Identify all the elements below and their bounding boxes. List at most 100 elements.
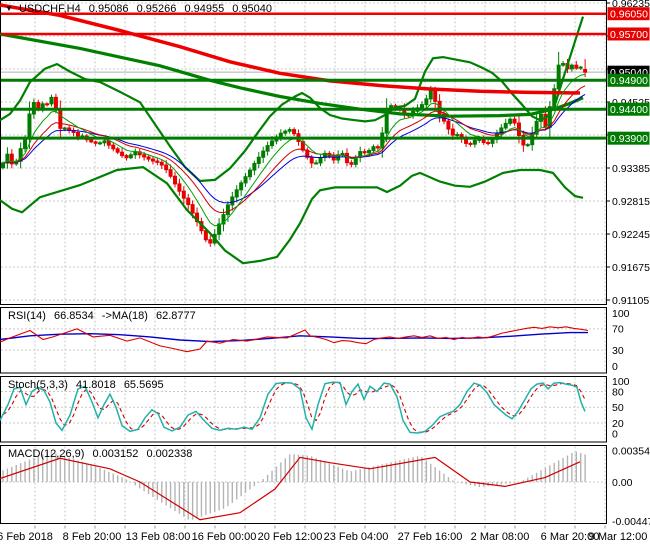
time-scale-label: 16 Feb 00:00 xyxy=(192,531,257,543)
ohlc-open: 0.95086 xyxy=(88,3,129,15)
candle-body xyxy=(75,132,80,137)
macd-value: 0.003152 xyxy=(92,448,139,460)
candle-body xyxy=(450,128,455,136)
main-chart-panel[interactable] xyxy=(0,0,607,305)
time-scale-label: 20 Feb 12:00 xyxy=(258,531,323,543)
candle-body xyxy=(314,162,319,165)
candle-body xyxy=(503,122,508,129)
candle-body xyxy=(574,64,579,69)
candle-body xyxy=(168,169,173,177)
candle-body xyxy=(133,151,138,156)
symbol-period-label: USDCHF,H4 xyxy=(18,3,81,15)
candle-body xyxy=(150,158,155,162)
candle-body xyxy=(512,118,517,124)
candle-body xyxy=(93,141,98,144)
candle-body xyxy=(45,103,50,106)
candle-body xyxy=(146,156,151,160)
candle-body xyxy=(190,204,195,214)
stoch-scale-label: 80 xyxy=(612,386,624,398)
candle-body xyxy=(208,239,213,244)
candle-body xyxy=(27,113,32,140)
stoch-scale-label: 0 xyxy=(612,428,618,440)
price-badge-label: 0.93900 xyxy=(610,133,648,145)
candle-body xyxy=(124,155,129,159)
time-scale-label: 8 Feb 20:00 xyxy=(63,531,122,543)
stoch-name: Stoch(5,3,3) xyxy=(8,379,68,391)
candle-body xyxy=(371,146,376,151)
candle-body xyxy=(111,144,116,150)
candle-body xyxy=(367,149,372,154)
candle-body xyxy=(234,189,239,198)
candle-body xyxy=(468,142,473,145)
rsi-value: 66.8534 xyxy=(53,310,94,322)
stoch-value: 41.8018 xyxy=(75,379,116,391)
rsi-name: RSI(14) xyxy=(8,310,46,322)
trading-chart-window[interactable]: 0.962350.956650.950950.945250.939550.933… xyxy=(0,0,650,550)
candle-body xyxy=(578,66,583,69)
ohlc-low: 0.94955 xyxy=(184,3,225,15)
price-scale-label: 0.91105 xyxy=(612,295,649,307)
candle-body xyxy=(508,118,513,124)
candle-body xyxy=(142,154,147,158)
price-scale-label: 0.93385 xyxy=(612,163,650,175)
stoch-scale-label: 50 xyxy=(612,402,624,414)
chart-canvas[interactable]: 0.962350.956650.950950.945250.939550.933… xyxy=(0,0,650,550)
macd-scale-label: -0.004475 xyxy=(612,516,650,528)
candle-body xyxy=(583,69,588,73)
candle-body xyxy=(569,64,574,70)
candle-body xyxy=(239,182,244,191)
rsi-scale-label: 30 xyxy=(612,345,624,357)
stoch-signal-value: 65.5695 xyxy=(123,379,164,391)
candle-body xyxy=(270,140,275,147)
candle-body xyxy=(428,89,433,100)
symbol-dropdown-icon: ▼ xyxy=(5,4,13,13)
candle-body xyxy=(433,89,438,102)
candle-body xyxy=(525,144,530,147)
candle-body xyxy=(331,155,336,161)
ohlc-high: 0.95266 xyxy=(136,3,177,15)
candle-body xyxy=(261,150,266,158)
candle-body xyxy=(225,204,230,216)
macd-scale-label: 0.00 xyxy=(612,477,633,489)
price-badge-label: 0.94900 xyxy=(610,75,648,87)
price-badge-label: 0.95700 xyxy=(610,29,648,41)
candle-body xyxy=(40,103,45,109)
time-scale-label: 23 Feb 04:00 xyxy=(324,531,389,543)
candle-body xyxy=(309,156,314,164)
candle-body xyxy=(362,151,367,154)
price-badge-label: 0.94400 xyxy=(610,104,648,116)
price-scale-label: 0.92815 xyxy=(612,196,650,208)
macd-indicator-label: MACD(12,26,9) 0.003152 0.002338 xyxy=(8,448,197,460)
candle-body xyxy=(181,190,186,199)
macd-scale-label: 0.00354 xyxy=(612,446,650,458)
price-scale-label: 0.92245 xyxy=(612,229,650,241)
time-scale-label: 27 Feb 16:00 xyxy=(398,531,463,543)
macd-signal-value: 0.002338 xyxy=(146,448,193,460)
candle-body xyxy=(455,134,460,137)
ohlc-close: 0.95040 xyxy=(232,3,273,15)
time-scale-label: 2 Mar 08:00 xyxy=(471,531,530,543)
candle-body xyxy=(53,96,58,110)
candle-body xyxy=(106,140,111,146)
candle-body xyxy=(318,156,323,164)
candle-body xyxy=(490,138,495,144)
candle-body xyxy=(446,120,451,130)
candle-body xyxy=(265,145,270,152)
candle-body xyxy=(247,169,252,178)
price-badge-label: 0.96050 xyxy=(610,9,648,21)
candle-body xyxy=(120,151,125,157)
candle-body xyxy=(486,142,491,145)
candle-body xyxy=(186,197,191,206)
candle-body xyxy=(278,132,283,138)
candle-body xyxy=(159,161,164,166)
candle-body xyxy=(58,108,63,129)
candle-body xyxy=(556,64,561,90)
candle-body xyxy=(424,98,429,106)
time-scale-label: 6 Feb 2018 xyxy=(0,531,53,543)
candle-body xyxy=(203,230,208,241)
candle-body xyxy=(155,160,160,163)
candle-body xyxy=(419,104,424,109)
time-scale-label: 9 Mar 12:00 xyxy=(589,531,648,543)
candle-body xyxy=(344,152,349,164)
rsi-ma-value: 62.8777 xyxy=(156,310,196,322)
